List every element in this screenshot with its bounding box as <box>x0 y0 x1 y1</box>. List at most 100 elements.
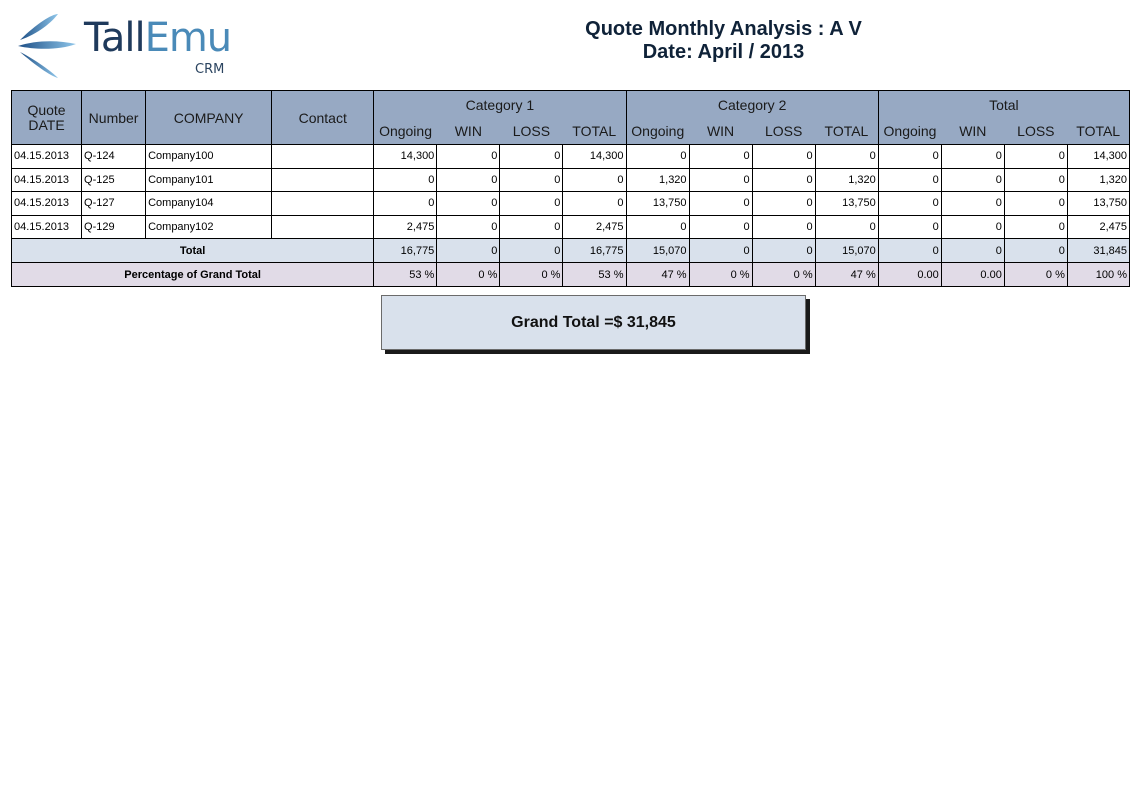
sub-header-loss: LOSS <box>499 118 563 145</box>
cell-value: 0 <box>877 167 942 192</box>
percentage-value: 0 % <box>436 262 501 287</box>
cell-value: 0 <box>688 214 753 239</box>
percentage-value: 0 % <box>1003 262 1068 287</box>
percentage-value: 100 % <box>1066 262 1131 287</box>
cell-value: 2,475 <box>562 214 627 239</box>
cell-value: 0 <box>499 144 564 169</box>
grand-total-text: Grand Total =$ 31,845 <box>511 313 676 331</box>
cell-value: 0 <box>625 214 690 239</box>
cell-value: 13,750 <box>1066 191 1131 216</box>
cell-value: 0 <box>1003 191 1068 216</box>
cell-value: 14,300 <box>562 144 627 169</box>
cell-value: 0 <box>436 144 501 169</box>
cell-value: 0 <box>751 191 816 216</box>
cell-value: 0 <box>562 167 627 192</box>
cell-quote-date: 04.15.2013 <box>10 191 83 216</box>
cell-company: Company104 <box>145 191 273 216</box>
cell-value: 14,300 <box>373 144 438 169</box>
cell-value: 0 <box>751 167 816 192</box>
percentage-value: 53 % <box>373 262 438 287</box>
sub-header-ongoing: Ongoing <box>373 118 437 145</box>
cell-value: 13,750 <box>625 191 690 216</box>
cell-quote-date: 04.15.2013 <box>10 167 83 192</box>
cell-quote-date: 04.15.2013 <box>10 144 83 169</box>
cell-value: 0 <box>688 191 753 216</box>
total-value: 0 <box>1003 238 1068 263</box>
cell-contact <box>271 167 375 192</box>
total-value: 0 <box>436 238 501 263</box>
cell-value: 0 <box>877 144 942 169</box>
cell-value: 0 <box>436 167 501 192</box>
cell-quote-date: 04.15.2013 <box>10 214 83 239</box>
sub-header-win: WIN <box>689 118 753 145</box>
cell-value: 0 <box>1003 144 1068 169</box>
cell-contact <box>271 191 375 216</box>
percentage-value: 0.00 <box>877 262 942 287</box>
total-value: 0 <box>688 238 753 263</box>
report-title: Quote Monthly Analysis : A V <box>585 18 862 40</box>
sub-header-ongoing: Ongoing <box>877 118 942 145</box>
cell-value: 0 <box>562 191 627 216</box>
total-value: 0 <box>499 238 564 263</box>
cell-value: 0 <box>940 191 1005 216</box>
cell-value: 1,320 <box>625 167 690 192</box>
sub-header-total: TOTAL <box>1067 118 1131 145</box>
table-row: 04.15.2013 Q-127 Company104 0 0 0 0 13,750 0 0 13,… <box>10 191 1131 216</box>
report-header: Quote Monthly Analysis : A V Date: April… <box>450 18 997 64</box>
sub-header-loss: LOSS <box>752 118 816 145</box>
table-row: 04.15.2013 Q-125 Company101 0 0 0 0 1,320 0 0 1,32… <box>10 167 1131 192</box>
cell-value: 0 <box>499 191 564 216</box>
cell-value: 0 <box>499 214 564 239</box>
cell-value: 0 <box>373 191 438 216</box>
total-value: 15,070 <box>814 238 879 263</box>
col-header-company: COMPANY <box>145 90 273 145</box>
total-row: Total 16,775 0 0 16,775 15,070 0 0 15,070 0 0 0 31,8… <box>10 238 1131 263</box>
cell-company: Company101 <box>145 167 273 192</box>
col-header-contact: Contact <box>271 90 375 145</box>
cell-company: Company100 <box>145 144 273 169</box>
quote-analysis-table: Quote DATE Number COMPANY Contact Catego… <box>10 90 1131 287</box>
cell-value: 0 <box>1003 167 1068 192</box>
total-value: 31,845 <box>1066 238 1131 263</box>
total-value: 15,070 <box>625 238 690 263</box>
cell-number: Q-127 <box>81 191 147 216</box>
sub-header-win: WIN <box>941 118 1005 145</box>
tallemu-logo: TallEmu CRM <box>14 10 244 82</box>
total-value: 16,775 <box>562 238 627 263</box>
percentage-row: Percentage of Grand Total 53 % 0 % 0 % 53 % 4… <box>10 262 1131 287</box>
cell-value: 0 <box>814 144 879 169</box>
total-value: 0 <box>751 238 816 263</box>
table-row: 04.15.2013 Q-124 Company100 14,300 0 0 14,300 0… <box>10 144 1131 169</box>
sub-header-total: TOTAL <box>562 118 627 145</box>
total-label: Total <box>10 238 375 263</box>
cell-value: 0 <box>436 191 501 216</box>
percentage-value: 0 % <box>751 262 816 287</box>
cell-number: Q-129 <box>81 214 147 239</box>
cell-value: 0 <box>940 167 1005 192</box>
cell-value: 0 <box>688 167 753 192</box>
percentage-value: 0 % <box>688 262 753 287</box>
cell-value: 13,750 <box>814 191 879 216</box>
percentage-value: 47 % <box>814 262 879 287</box>
percentage-value: 0 % <box>499 262 564 287</box>
cell-value: 0 <box>751 214 816 239</box>
cell-value: 2,475 <box>1066 214 1131 239</box>
total-value: 0 <box>940 238 1005 263</box>
col-header-quote-date: Quote DATE <box>10 90 83 145</box>
brand-emu: Emu <box>144 15 233 61</box>
sub-header-ongoing: Ongoing <box>625 118 690 145</box>
sub-header-total: TOTAL <box>815 118 879 145</box>
table-row: 04.15.2013 Q-129 Company102 2,475 0 0 2,475 0 0 0… <box>10 214 1131 239</box>
group-header-category-1: Category 1 <box>373 90 627 119</box>
percentage-value: 0.00 <box>940 262 1005 287</box>
group-header-category-2: Category 2 <box>625 90 879 119</box>
total-value: 0 <box>877 238 942 263</box>
report-date: Date: April / 2013 <box>642 41 805 63</box>
total-value: 16,775 <box>373 238 438 263</box>
header-row-groups: Quote DATE Number COMPANY Contact Catego… <box>10 90 1131 145</box>
cell-value: 0 <box>625 144 690 169</box>
brand-wordmark: TallEmu <box>84 15 233 61</box>
cell-value: 0 <box>436 214 501 239</box>
cell-value: 0 <box>499 167 564 192</box>
cell-contact <box>271 214 375 239</box>
